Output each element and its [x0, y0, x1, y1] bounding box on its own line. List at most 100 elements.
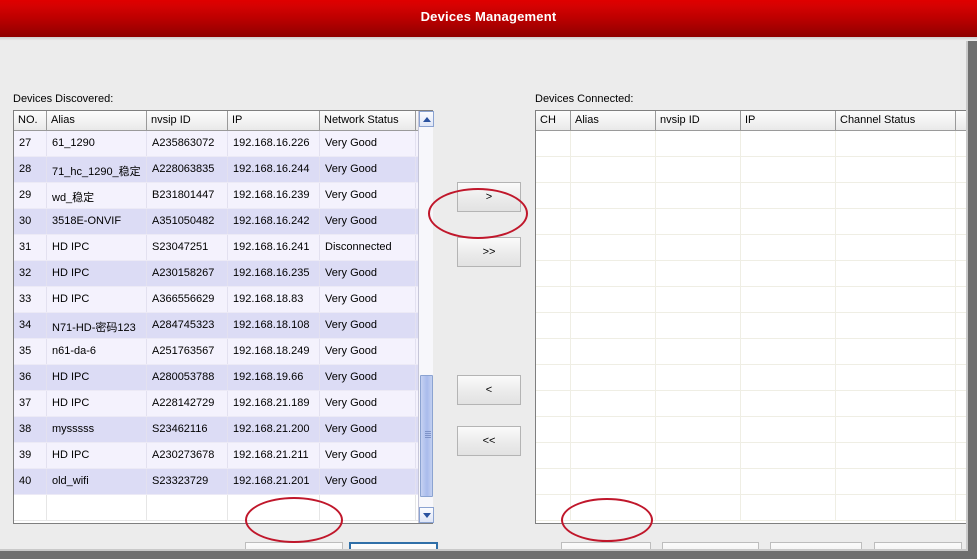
devices-connected-table[interactable]: CH Alias nvsip ID IP Channel Status: [535, 110, 969, 524]
table-row-empty[interactable]: [536, 339, 968, 365]
table-row[interactable]: 29 wd_稳定 B231801447 192.168.16.239 Very Good: [14, 183, 432, 209]
table-row-empty[interactable]: [536, 495, 968, 521]
cell-no: 31: [14, 235, 47, 260]
cell-alias: HD IPC: [47, 261, 147, 286]
cell-status: Very Good: [320, 131, 416, 156]
table-row-empty[interactable]: [536, 469, 968, 495]
table-row-empty[interactable]: [536, 183, 968, 209]
column-header-alias[interactable]: Alias: [47, 111, 147, 130]
table-row[interactable]: 39 HD IPC A230273678 192.168.21.211 Very Goo…: [14, 443, 432, 469]
cell-status: Very Good: [320, 183, 416, 208]
cell-empty: [656, 339, 741, 364]
scrollbar-thumb[interactable]: [420, 375, 433, 497]
scroll-down-button[interactable]: [419, 507, 434, 523]
table-row-empty[interactable]: [536, 235, 968, 261]
column-header-nvsipid[interactable]: nvsip ID: [147, 111, 228, 130]
table-row-empty[interactable]: [536, 131, 968, 157]
table-row-empty[interactable]: [536, 443, 968, 469]
cell-empty: [836, 183, 956, 208]
cell-no: 29: [14, 183, 47, 208]
table-row[interactable]: 37 HD IPC A228142729 192.168.21.189 Very Goo…: [14, 391, 432, 417]
column-header-network-status[interactable]: Network Status: [320, 111, 416, 130]
cell-empty: [741, 287, 836, 312]
cell-empty: [836, 287, 956, 312]
cell-no: 37: [14, 391, 47, 416]
table-row-empty[interactable]: [536, 287, 968, 313]
column-header-ch[interactable]: CH: [536, 111, 571, 130]
cell-empty: [836, 469, 956, 494]
scroll-up-button[interactable]: [419, 111, 434, 127]
table-row[interactable]: 32 HD IPC A230158267 192.168.16.235 Very Goo…: [14, 261, 432, 287]
devices-discovered-table[interactable]: NO. Alias nvsip ID IP Network Status 27 6…: [13, 110, 433, 524]
add-all-button[interactable]: >>: [457, 237, 521, 267]
add-selected-button[interactable]: >: [457, 182, 521, 212]
cell-ip: 192.168.16.239: [228, 183, 320, 208]
cell-empty: [536, 391, 571, 416]
cell-empty: [536, 495, 571, 520]
devices-discovered-rows: 27 61_1290 A235863072 192.168.16.226 Very Go…: [14, 131, 432, 521]
cell-status: Disconnected: [320, 235, 416, 260]
cell-empty: [571, 157, 656, 182]
table-row-empty[interactable]: [536, 261, 968, 287]
cell-no: 39: [14, 443, 47, 468]
table-row[interactable]: 28 71_hc_1290_稳定 A228063835 192.168.16.244 V…: [14, 157, 432, 183]
column-header-nvsipid[interactable]: nvsip ID: [656, 111, 741, 130]
table-row[interactable]: 36 HD IPC A280053788 192.168.19.66 Very Good: [14, 365, 432, 391]
table-row[interactable]: 35 n61-da-6 A251763567 192.168.18.249 Very G…: [14, 339, 432, 365]
cell-empty: [836, 313, 956, 338]
cell-empty: [836, 261, 956, 286]
column-header-alias[interactable]: Alias: [571, 111, 656, 130]
devices-connected-rows: [536, 131, 968, 521]
devices-management-window: Devices Management Devices Discovered: D…: [0, 0, 977, 559]
cell-status: Very Good: [320, 339, 416, 364]
table-row[interactable]: 27 61_1290 A235863072 192.168.16.226 Very Go…: [14, 131, 432, 157]
cell-empty: [836, 365, 956, 390]
cell-nvsip: A235863072: [147, 131, 228, 156]
table-row[interactable]: 30 3518E-ONVIF A351050482 192.168.16.242 Ver…: [14, 209, 432, 235]
cell-status: Very Good: [320, 313, 416, 338]
cell-empty: [656, 131, 741, 156]
table-row[interactable]: 31 HD IPC S23047251 192.168.16.241 Disconnec…: [14, 235, 432, 261]
cell-empty: [741, 261, 836, 286]
column-header-ip[interactable]: IP: [228, 111, 320, 130]
cell-empty: [656, 391, 741, 416]
cell-empty: [656, 495, 741, 520]
cell-alias: HD IPC: [47, 365, 147, 390]
cell-empty: [571, 443, 656, 468]
cell-alias: old_wifi: [47, 469, 147, 494]
remove-all-button[interactable]: <<: [457, 426, 521, 456]
cell-status: Very Good: [320, 209, 416, 234]
cell-no: 30: [14, 209, 47, 234]
table-row-empty[interactable]: [536, 391, 968, 417]
cell-ip: 192.168.21.201: [228, 469, 320, 494]
cell-alias: 71_hc_1290_稳定: [47, 157, 147, 182]
window-client-area: Devices Discovered: Devices Connected: N…: [2, 41, 969, 559]
cell-ip: 192.168.21.211: [228, 443, 320, 468]
cell-empty: [656, 417, 741, 442]
devices-discovered-scrollbar[interactable]: [418, 111, 434, 523]
cell-status: Very Good: [320, 365, 416, 390]
table-row[interactable]: 33 HD IPC A366556629 192.168.18.83 Very Good: [14, 287, 432, 313]
column-header-ip[interactable]: IP: [741, 111, 836, 130]
cell-status: Very Good: [320, 469, 416, 494]
cell-empty: [656, 209, 741, 234]
cell-empty: [656, 235, 741, 260]
scrollbar-grip-icon: [425, 431, 431, 439]
table-row[interactable]: 40 old_wifi S23323729 192.168.21.201 Very Go…: [14, 469, 432, 495]
remove-selected-button[interactable]: <: [457, 375, 521, 405]
table-row-empty[interactable]: [536, 313, 968, 339]
cell-ip: 192.168.16.241: [228, 235, 320, 260]
cell-nvsip: A284745323: [147, 313, 228, 338]
column-header-no[interactable]: NO.: [14, 111, 47, 130]
cell-empty: [536, 157, 571, 182]
cell-empty: [656, 313, 741, 338]
table-row-empty[interactable]: [536, 365, 968, 391]
table-row-empty[interactable]: [536, 157, 968, 183]
window-body: Devices Discovered: Devices Connected: N…: [0, 41, 977, 559]
table-row[interactable]: 38 mysssss S23462116 192.168.21.200 Very Goo…: [14, 417, 432, 443]
table-row-empty[interactable]: [536, 209, 968, 235]
column-header-channel-status[interactable]: Channel Status: [836, 111, 956, 130]
table-row[interactable]: 34 N71-HD-密码123 A284745323 192.168.18.108 Ve…: [14, 313, 432, 339]
cell-no: 35: [14, 339, 47, 364]
table-row-empty[interactable]: [536, 417, 968, 443]
